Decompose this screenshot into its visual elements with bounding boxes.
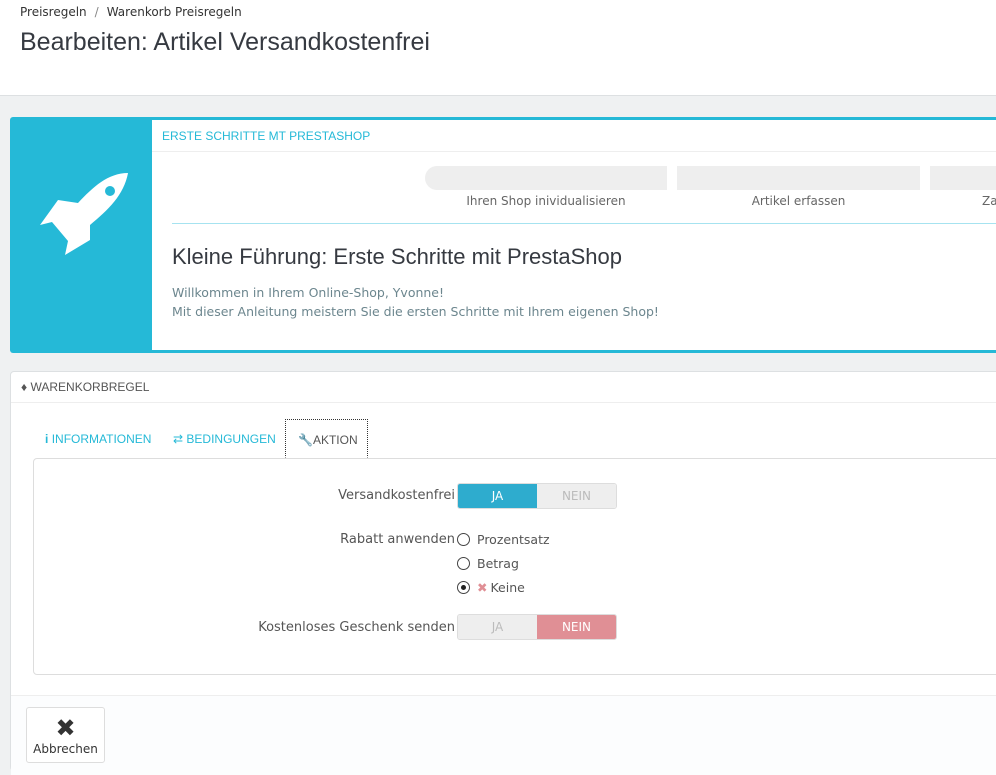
radio-button[interactable] bbox=[457, 533, 470, 546]
page-title: Bearbeiten: Artikel Versandkostenfrei bbox=[20, 28, 430, 56]
cancel-button[interactable]: ✖ Abbrechen bbox=[26, 707, 105, 763]
free-gift-label: Kostenloses Geschenk senden bbox=[258, 620, 455, 635]
breadcrumb-link[interactable]: Preisregeln bbox=[20, 5, 87, 19]
free-shipping-switch[interactable]: JA NEIN bbox=[457, 483, 617, 509]
rocket-icon bbox=[40, 173, 128, 255]
discount-label: Rabatt anwenden bbox=[340, 532, 455, 547]
tab-label: BEDINGUNGEN bbox=[186, 432, 276, 446]
cart-rule-panel: ♦ WARENKORBREGEL i INFORMATIONEN ⇄ BEDIN… bbox=[10, 371, 996, 775]
onboarding-text: Willkommen in Ihrem Online-Shop, Yvonne!… bbox=[172, 283, 659, 321]
free-shipping-label: Versandkostenfrei bbox=[338, 488, 455, 503]
radio-label: Prozentsatz bbox=[477, 532, 550, 547]
panel-title: WARENKORBREGEL bbox=[30, 380, 150, 394]
step-progress-bar bbox=[930, 166, 996, 190]
step-label: Ihren Shop inividualisieren bbox=[466, 194, 626, 208]
radio-label: Keine bbox=[490, 580, 525, 595]
panel-footer: ✖ Abbrechen bbox=[11, 695, 996, 775]
switch-yes[interactable]: JA bbox=[458, 484, 537, 508]
radio-button[interactable] bbox=[457, 557, 470, 570]
close-icon: ✖ bbox=[55, 714, 76, 742]
cancel-label: Abbrechen bbox=[33, 742, 98, 756]
tag-icon: ♦ bbox=[21, 380, 28, 394]
onboarding-panel: ERSTE SCHRITTE MT PRESTASHOP Ihren Shop … bbox=[10, 117, 996, 353]
radio-betrag[interactable]: Betrag bbox=[457, 556, 519, 571]
tab-label: AKTION bbox=[312, 433, 358, 447]
radio-label: Betrag bbox=[477, 556, 519, 571]
panel-header: ♦ WARENKORBREGEL bbox=[11, 372, 996, 403]
guide-line: Mit dieser Anleitung meistern Sie die er… bbox=[172, 304, 659, 319]
radio-keine[interactable]: ✖ Keine bbox=[457, 580, 525, 595]
tab-bedingungen[interactable]: ⇄ BEDINGUNGEN bbox=[161, 419, 288, 458]
step-label: Za bbox=[982, 194, 996, 208]
radio-prozentsatz[interactable]: Prozentsatz bbox=[457, 532, 550, 547]
wrench-icon: 🔧 bbox=[298, 433, 313, 447]
breadcrumb-link[interactable]: Warenkorb Preisregeln bbox=[107, 5, 242, 19]
info-icon: i bbox=[45, 432, 49, 446]
step-progress-bar bbox=[425, 166, 667, 190]
onboarding-header: ERSTE SCHRITTE MT PRESTASHOP bbox=[152, 120, 996, 152]
onboarding-title: Kleine Führung: Erste Schritte mit Prest… bbox=[172, 244, 622, 269]
tab-aktion[interactable]: 🔧AKTION bbox=[285, 419, 368, 458]
breadcrumb: Preisregeln / Warenkorb Preisregeln bbox=[20, 5, 242, 19]
switch-no[interactable]: NEIN bbox=[537, 484, 616, 508]
radio-button[interactable] bbox=[457, 581, 470, 594]
close-icon: ✖ bbox=[477, 580, 488, 595]
divider bbox=[172, 223, 996, 224]
tab-content: Versandkostenfrei JA NEIN Rabatt anwende… bbox=[33, 458, 996, 675]
breadcrumb-separator: / bbox=[94, 5, 99, 19]
switch-no[interactable]: NEIN bbox=[537, 615, 616, 639]
tab-informationen[interactable]: i INFORMATIONEN bbox=[33, 419, 163, 458]
welcome-line: Willkommen in Ihrem Online-Shop, Yvonne! bbox=[172, 285, 445, 300]
free-gift-switch[interactable]: JA NEIN bbox=[457, 614, 617, 640]
shuffle-icon: ⇄ bbox=[173, 432, 184, 446]
step-progress-bar bbox=[677, 166, 920, 190]
page-header: Preisregeln / Warenkorb Preisregeln Bearbe… bbox=[0, 0, 996, 96]
switch-yes[interactable]: JA bbox=[458, 615, 537, 639]
step-label: Artikel erfassen bbox=[751, 194, 846, 208]
tab-label: INFORMATIONEN bbox=[51, 432, 152, 446]
